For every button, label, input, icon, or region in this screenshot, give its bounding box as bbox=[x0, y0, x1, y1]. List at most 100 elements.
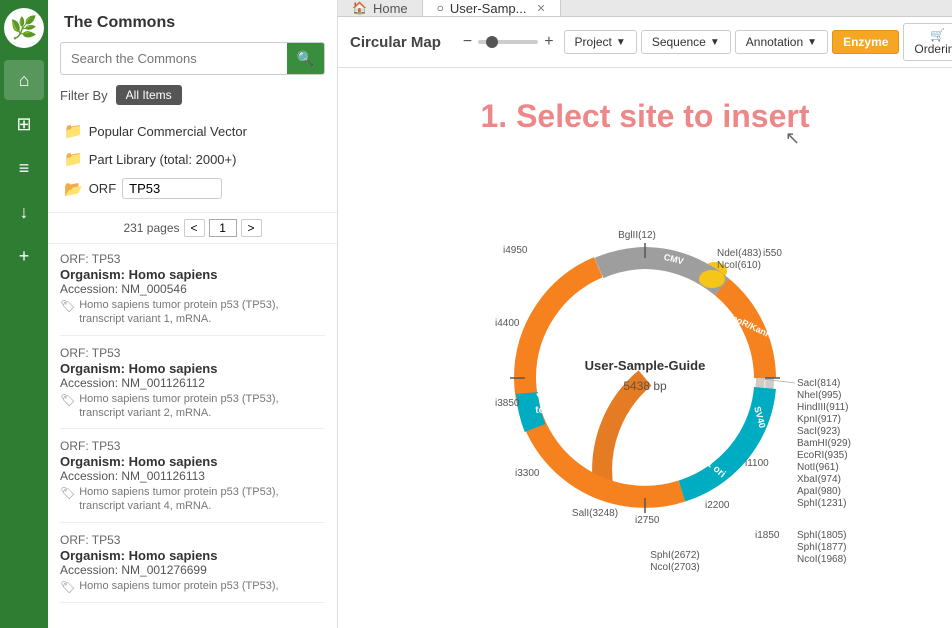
select-prompt: 1. Select site to insert bbox=[480, 98, 809, 135]
hindiii-label: HindIII(911) bbox=[797, 402, 849, 413]
result-accession: Accession: NM_000546 bbox=[60, 282, 325, 296]
grid-sidebar-icon: ⊞ bbox=[16, 114, 31, 135]
sphi2672-label: SphI(2672) bbox=[650, 550, 699, 561]
result-accession: Accession: NM_001276699 bbox=[60, 563, 325, 577]
home-tab-label: Home bbox=[373, 1, 408, 16]
sidebar-item-list[interactable]: ≡ bbox=[4, 148, 44, 188]
sidebar-item-add[interactable]: + bbox=[4, 236, 44, 276]
tab-user-sample[interactable]: ○ User-Samp... ✕ bbox=[423, 0, 561, 16]
tab-home[interactable]: 🏠 Home bbox=[338, 0, 423, 16]
zoom-slider[interactable] bbox=[478, 40, 538, 44]
sphi1231-label: SphI(1231) bbox=[797, 498, 846, 509]
plasmid-size-text: 5438 bp bbox=[623, 379, 667, 393]
result-orf: ORF: TP53 bbox=[60, 533, 325, 547]
pagination-bar: 231 pages < > bbox=[48, 212, 337, 244]
enzyme-button[interactable]: Enzyme bbox=[832, 30, 899, 54]
main-content: 🏠 Home ○ User-Samp... ✕ Circular Map − +… bbox=[338, 0, 952, 628]
search-button[interactable]: 🔍 bbox=[287, 43, 324, 74]
plasmid-name-text: User-Sample-Guide bbox=[585, 358, 706, 373]
i1100-label: i1100 bbox=[745, 458, 769, 469]
page-number-input[interactable] bbox=[209, 219, 237, 237]
ordering-button[interactable]: 🛒 Ordering bbox=[903, 23, 952, 61]
ncoi610-label: NcoI(610) bbox=[717, 260, 761, 271]
annotation-arrow-icon: ▼ bbox=[807, 37, 817, 48]
ncoi1968-label: NcoI(1968) bbox=[797, 554, 846, 565]
sidebar-item-home[interactable]: ⌂ bbox=[4, 60, 44, 100]
i3300-label: i3300 bbox=[515, 468, 540, 479]
sequence-arrow-icon: ▼ bbox=[710, 37, 720, 48]
circular-map-svg[interactable]: User-Sample-Guide 5438 bp AmpR to f1 ori… bbox=[365, 108, 925, 628]
tab-bar: 🏠 Home ○ User-Samp... ✕ bbox=[338, 0, 952, 17]
result-accession: Accession: NM_001126112 bbox=[60, 376, 325, 390]
prev-page-button[interactable]: < bbox=[184, 219, 205, 237]
sidebar: 🌿 ⌂ ⊞ ≡ ↓ + bbox=[0, 0, 48, 628]
sequence-button[interactable]: Sequence ▼ bbox=[641, 30, 731, 54]
user-sample-tab-label: User-Samp... bbox=[450, 1, 527, 16]
next-page-button[interactable]: > bbox=[241, 219, 262, 237]
result-orf: ORF: TP53 bbox=[60, 252, 325, 266]
zoom-plus-button[interactable]: + bbox=[542, 33, 555, 51]
filter-bar: Filter By All Items bbox=[48, 85, 337, 113]
sphi1877-label: SphI(1877) bbox=[797, 542, 846, 553]
i2750-label: i2750 bbox=[635, 515, 660, 526]
list-item[interactable]: ORF: TP53 Organism: Homo sapiens Accessi… bbox=[60, 533, 325, 603]
result-desc-text: Homo sapiens tumor protein p53 (TP53), t… bbox=[79, 485, 325, 514]
app-logo[interactable]: 🌿 bbox=[4, 8, 44, 48]
result-organism: Organism: Homo sapiens bbox=[60, 267, 325, 282]
sequence-label: Sequence bbox=[652, 35, 706, 49]
category-vector-label: Popular Commercial Vector bbox=[89, 124, 247, 139]
orf-label: ORF bbox=[89, 181, 116, 196]
bamhi-label: BamHI(929) bbox=[797, 438, 851, 449]
category-part-label: Part Library (total: 2000+) bbox=[89, 152, 237, 167]
nhei-label: NheI(995) bbox=[797, 390, 841, 401]
download-sidebar-icon: ↓ bbox=[20, 202, 29, 223]
result-desc-text: Homo sapiens tumor protein p53 (TP53), t… bbox=[79, 392, 325, 421]
home-sidebar-icon: ⌂ bbox=[19, 70, 30, 91]
toolbar: Circular Map − + Project ▼ Sequence ▼ An… bbox=[338, 17, 952, 68]
project-button[interactable]: Project ▼ bbox=[564, 30, 637, 54]
result-desc-text: Homo sapiens tumor protein p53 (TP53), bbox=[79, 579, 278, 593]
result-orf: ORF: TP53 bbox=[60, 346, 325, 360]
result-desc: 🏷 Homo sapiens tumor protein p53 (TP53), bbox=[60, 579, 325, 594]
sidebar-item-download[interactable]: ↓ bbox=[4, 192, 44, 232]
ncoi2703-label: NcoI(2703) bbox=[650, 562, 699, 573]
all-items-button[interactable]: All Items bbox=[116, 85, 182, 105]
ndei-label: NdeI(483) bbox=[717, 248, 761, 259]
cursor-icon: ↖ bbox=[785, 128, 800, 149]
list-item[interactable]: ORF: TP53 Organism: Homo sapiens Accessi… bbox=[60, 252, 325, 336]
annotation-button[interactable]: Annotation ▼ bbox=[735, 30, 828, 54]
tab-close-button[interactable]: ✕ bbox=[536, 2, 545, 15]
list-sidebar-icon: ≡ bbox=[19, 158, 30, 179]
result-desc: 🏷 Homo sapiens tumor protein p53 (TP53),… bbox=[60, 392, 325, 421]
zoom-minus-button[interactable]: − bbox=[461, 33, 474, 51]
apai-label: ApaI(980) bbox=[797, 486, 841, 497]
search-input[interactable] bbox=[61, 44, 287, 73]
sali-label: SalI(3248) bbox=[572, 508, 618, 519]
orf-search-input[interactable] bbox=[122, 178, 222, 199]
result-desc-text: Homo sapiens tumor protein p53 (TP53), t… bbox=[79, 298, 325, 327]
kpni-label: KpnI(917) bbox=[797, 414, 841, 425]
results-list: ORF: TP53 Organism: Homo sapiens Accessi… bbox=[48, 248, 337, 628]
category-item-part[interactable]: 📁 Part Library (total: 2000+) bbox=[60, 145, 325, 173]
map-area: 1. Select site to insert ↖ bbox=[338, 68, 952, 628]
project-label: Project bbox=[575, 35, 612, 49]
result-orf: ORF: TP53 bbox=[60, 439, 325, 453]
project-arrow-icon: ▼ bbox=[616, 37, 626, 48]
tag-icon: 🏷 bbox=[60, 393, 75, 407]
category-item-vector[interactable]: 📁 Popular Commercial Vector bbox=[60, 117, 325, 145]
result-desc: 🏷 Homo sapiens tumor protein p53 (TP53),… bbox=[60, 485, 325, 514]
list-item[interactable]: ORF: TP53 Organism: Homo sapiens Accessi… bbox=[60, 346, 325, 430]
result-organism: Organism: Homo sapiens bbox=[60, 361, 325, 376]
saci814-label: SacI(814) bbox=[797, 378, 840, 389]
list-item[interactable]: ORF: TP53 Organism: Homo sapiens Accessi… bbox=[60, 439, 325, 523]
to-arc bbox=[527, 393, 535, 428]
tag-icon: 🏷 bbox=[60, 580, 75, 594]
user-sample-tab-icon: ○ bbox=[437, 1, 444, 15]
logo-icon: 🌿 bbox=[10, 15, 37, 41]
noti-label: NotI(961) bbox=[797, 462, 839, 473]
i550-label: i550 bbox=[763, 248, 782, 259]
i4950-label: i4950 bbox=[503, 245, 528, 256]
enzyme-label: Enzyme bbox=[843, 35, 888, 49]
sphi1805-label: SphI(1805) bbox=[797, 530, 846, 541]
sidebar-item-grid[interactable]: ⊞ bbox=[4, 104, 44, 144]
